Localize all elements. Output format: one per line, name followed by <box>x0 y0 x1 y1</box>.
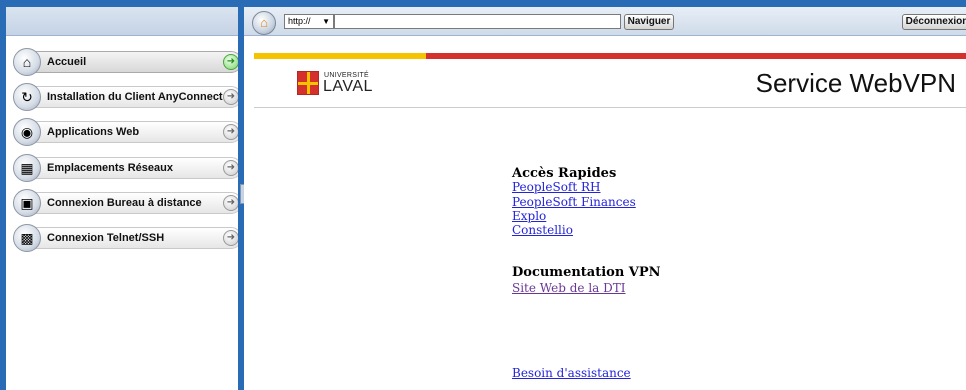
arrow-right-icon[interactable]: ➜ <box>223 124 239 140</box>
sidebar-item-label: Emplacements Réseaux <box>47 162 173 174</box>
link-peoplesoft-rh[interactable]: PeopleSoft RH <box>512 180 601 194</box>
documentation-vpn-heading: Documentation VPN <box>512 265 661 280</box>
sidebar-header <box>6 0 238 36</box>
url-input[interactable] <box>334 14 621 29</box>
arrow-right-icon[interactable]: ➜ <box>223 160 239 176</box>
link-besoin-assistance[interactable]: Besoin d'assistance <box>512 366 631 380</box>
toolbar: ⌂ http:// ▼ Naviguer Déconnexion <box>244 0 966 36</box>
sidebar-item-installation-anyconnect[interactable]: ↻ Installation du Client AnyConnect ➜ <box>13 83 242 111</box>
protocol-value: http:// <box>288 16 311 26</box>
sidebar-item-telnet-ssh[interactable]: ▩ Connexion Telnet/SSH ➜ <box>13 224 242 252</box>
sidebar-item-applications-web[interactable]: ◉ Applications Web ➜ <box>13 118 242 146</box>
sidebar-item-emplacements-reseaux[interactable]: ▦ Emplacements Réseaux ➜ <box>13 154 242 182</box>
arrow-right-icon[interactable]: ➜ <box>223 195 239 211</box>
arrow-right-icon[interactable]: ➜ <box>223 230 239 246</box>
globe-icon: ◉ <box>13 118 41 146</box>
universite-laval-logo: UNIVERSITÉ LAVAL <box>297 70 407 96</box>
link-site-web-dti[interactable]: Site Web de la DTI <box>512 281 626 295</box>
logo-shield-icon <box>297 71 319 95</box>
sidebar-item-bureau-a-distance[interactable]: ▣ Connexion Bureau à distance ➜ <box>13 189 242 217</box>
protocol-select[interactable]: http:// ▼ <box>284 14 334 29</box>
sidebar: ⌂ Accueil ➜ ↻ Installation du Client Any… <box>0 0 242 390</box>
navigate-button[interactable]: Naviguer <box>624 14 674 30</box>
remote-desktop-icon: ▣ <box>13 189 41 217</box>
home-icon: ⌂ <box>13 48 41 76</box>
link-peoplesoft-finances[interactable]: PeopleSoft Finances <box>512 195 636 209</box>
logout-button[interactable]: Déconnexion <box>902 14 966 30</box>
page-title: Service WebVPN <box>755 68 956 98</box>
logo-text-bottom: LAVAL <box>323 78 373 95</box>
link-explo[interactable]: Explo <box>512 209 546 223</box>
sidebar-item-accueil[interactable]: ⌂ Accueil ➜ <box>13 48 242 76</box>
arrow-right-icon[interactable]: ➜ <box>223 89 239 105</box>
home-icon: ⌂ <box>260 15 268 30</box>
dropdown-arrow-icon: ▼ <box>322 17 330 26</box>
header-band-red <box>426 53 966 59</box>
sidebar-item-label: Installation du Client AnyConnect <box>47 91 223 103</box>
sidebar-item-label: Connexion Telnet/SSH <box>47 232 165 244</box>
terminal-icon: ▩ <box>13 224 41 252</box>
sidebar-item-label: Connexion Bureau à distance <box>47 197 202 209</box>
sidebar-item-label: Applications Web <box>47 126 140 138</box>
install-icon: ↻ <box>13 83 41 111</box>
arrow-right-icon[interactable]: ➜ <box>223 54 239 70</box>
link-constellio[interactable]: Constellio <box>512 223 573 237</box>
header-band-yellow <box>254 53 426 59</box>
network-folder-icon: ▦ <box>13 154 41 182</box>
home-button[interactable]: ⌂ <box>252 11 276 35</box>
quick-access-heading: Accès Rapides <box>512 166 617 181</box>
sidebar-item-label: Accueil <box>47 56 87 68</box>
header-divider <box>254 107 966 108</box>
main-content: UNIVERSITÉ LAVAL Service WebVPN Accès Ra… <box>244 37 966 390</box>
